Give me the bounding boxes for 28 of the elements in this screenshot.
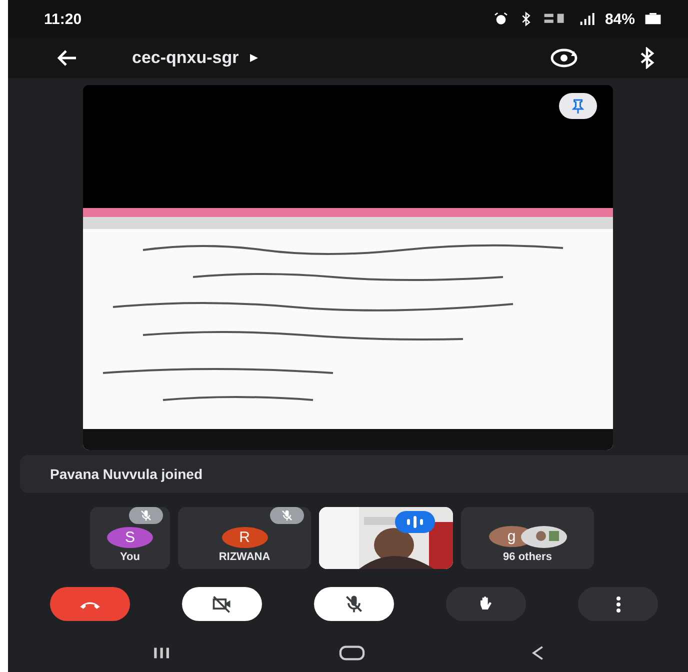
microphone-icon [343,593,365,615]
participant-name: You [120,551,140,563]
home-icon[interactable] [338,645,366,661]
participant-name: 96 others [503,551,552,563]
switch-camera-icon[interactable] [550,47,578,69]
battery-level: 84% [604,10,635,28]
microphone-button[interactable] [314,587,394,621]
participant-name: RIZWANA [218,551,270,563]
clock-time: 11:20 [44,10,82,28]
alarm-icon [492,11,509,27]
meeting-code[interactable]: cec-qnxu-sgr [132,48,239,68]
avatar: S [107,527,153,548]
camera-button[interactable] [182,587,262,621]
participant-tile[interactable]: S You [90,507,170,569]
pin-icon [569,97,587,115]
play-icon[interactable] [248,53,259,63]
camera-icon [211,593,233,615]
raise-hand-button[interactable] [446,587,526,621]
back-icon[interactable] [531,645,546,661]
participant-tile[interactable]: g 96 others [461,507,594,569]
battery-icon [644,13,662,25]
signal-icon [578,11,596,27]
end-call-button[interactable] [50,587,130,621]
avatar-photo-icon [520,526,566,548]
join-notification: Pavana Nuvvula joined [50,466,202,482]
participant-tile[interactable]: R RIZWANA [178,507,311,569]
more-icon [616,596,620,612]
avatar: R [222,527,268,548]
